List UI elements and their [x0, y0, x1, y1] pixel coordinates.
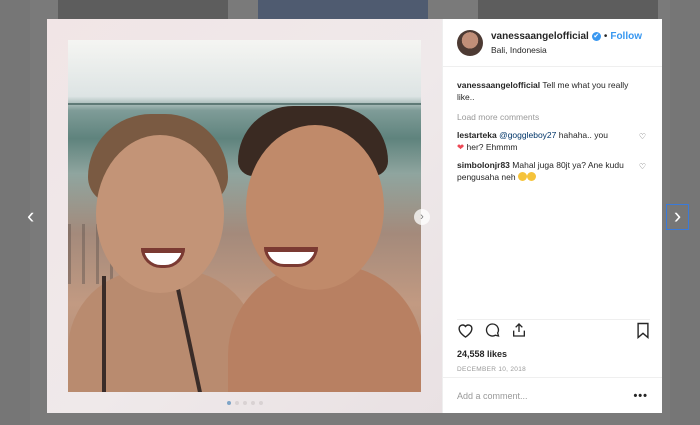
comment-icon [485, 323, 500, 337]
background-feed-strip [478, 0, 658, 20]
comment-mention[interactable]: @goggleboy27 [499, 130, 556, 140]
add-comment-input[interactable] [457, 390, 634, 401]
comments-list: vanessaangelofficial Tell me what you re… [443, 67, 662, 183]
heart-emoji-icon: ❤ [457, 142, 465, 152]
carousel-dot [258, 401, 263, 405]
carousel-dot [234, 401, 239, 405]
likes-count[interactable]: 24,558 likes [457, 349, 507, 359]
carousel-next-button[interactable]: › [414, 209, 430, 225]
bookmark-icon [637, 322, 649, 339]
share-icon [513, 323, 525, 337]
background-feed-strip [58, 0, 228, 20]
share-button[interactable] [511, 322, 527, 343]
comment-button[interactable] [484, 322, 501, 343]
carousel-dot [242, 401, 247, 405]
carousel-indicator [47, 401, 442, 405]
photo-person-left-face [96, 135, 224, 293]
carousel-dot [250, 401, 255, 405]
avatar[interactable] [457, 29, 483, 56]
comment-like-heart-icon[interactable]: ♡ [639, 161, 646, 173]
chevron-right-icon: › [673, 203, 682, 228]
load-more-comments-button[interactable]: Load more comments [457, 111, 646, 123]
comment-username[interactable]: lestarteka [457, 130, 497, 140]
background-feed-strip [258, 0, 428, 20]
comment-text-continued: her? Ehmmm [466, 142, 518, 152]
background-thumbnail [0, 0, 30, 425]
verified-badge-icon: ✔ [591, 32, 601, 41]
post-date[interactable]: DECEMBER 10, 2018 [457, 366, 526, 373]
username-link[interactable]: vanessaangelofficial [491, 31, 589, 43]
next-post-button[interactable]: › [666, 204, 689, 230]
post-modal: › vanessaangelofficial ✔ • Follow Bali, … [47, 19, 662, 413]
comment-username[interactable]: simbolonjr83 [457, 160, 510, 170]
photo-person-right-face [246, 125, 384, 290]
laughing-emoji-icon [527, 172, 536, 181]
comment-like-heart-icon[interactable]: ♡ [639, 131, 646, 143]
comment-item: lestarteka @goggleboy27 hahaha.. you ❤ h… [457, 129, 646, 153]
chevron-right-icon: › [420, 211, 424, 223]
add-comment-bar: ••• [443, 377, 662, 413]
action-bar [457, 319, 650, 341]
save-button[interactable] [636, 322, 650, 344]
post-header: vanessaangelofficial ✔ • Follow Bali, In… [443, 19, 662, 67]
follow-button[interactable]: Follow [610, 31, 642, 43]
previous-post-button[interactable]: ‹ [27, 205, 34, 227]
caption: vanessaangelofficial Tell me what you re… [457, 79, 646, 103]
caption-username[interactable]: vanessaangelofficial [457, 80, 540, 90]
heart-icon [458, 324, 473, 338]
photo-strap [102, 276, 106, 392]
more-options-icon[interactable]: ••• [633, 390, 648, 402]
header-separator: • [603, 30, 608, 42]
post-photo[interactable] [68, 40, 421, 392]
carousel-dot [226, 401, 231, 405]
like-button[interactable] [457, 322, 474, 343]
comment-item: simbolonjr83 Mahal juga 80jt ya? Ane kud… [457, 159, 646, 183]
grimace-emoji-icon [518, 172, 527, 181]
chevron-left-icon: ‹ [27, 203, 35, 228]
post-media: › [47, 19, 442, 413]
comment-text: hahaha.. you [558, 130, 608, 140]
post-sidebar: vanessaangelofficial ✔ • Follow Bali, In… [442, 19, 662, 413]
photo-horizon [68, 103, 421, 105]
location-link[interactable]: Bali, Indonesia [491, 45, 642, 55]
